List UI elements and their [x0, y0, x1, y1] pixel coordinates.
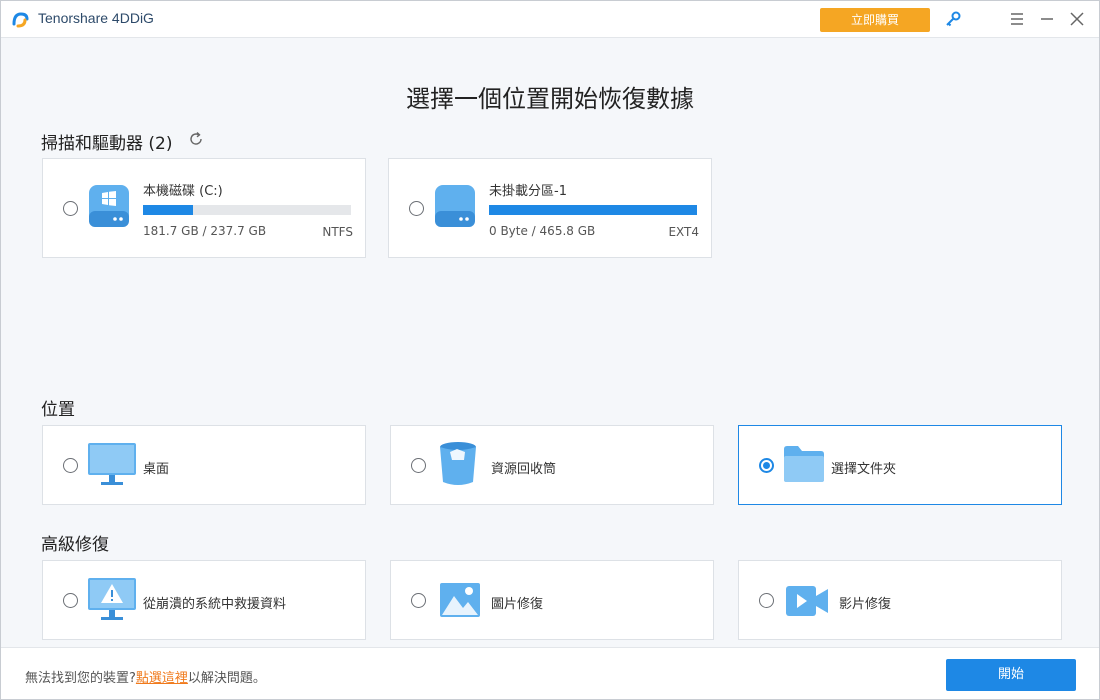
drive-size: 0 Byte / 465.8 GB	[489, 224, 596, 238]
drive-name: 本機磁碟 (C:)	[143, 184, 223, 199]
app-logo-icon	[12, 12, 29, 28]
menu-icon[interactable]	[1007, 9, 1027, 29]
location-card-desktop[interactable]: 桌面	[42, 425, 366, 505]
crashed-system-icon	[88, 578, 136, 620]
drive-usage-fill	[489, 205, 697, 215]
drive-filesystem: NTFS	[322, 225, 353, 239]
drive-usage-bar	[489, 205, 697, 215]
help-text: 無法找到您的裝置?點選這裡以解決問題。	[25, 667, 266, 686]
locations-section-title: 位置	[41, 400, 75, 420]
key-icon[interactable]	[943, 10, 963, 30]
location-label: 選擇文件夾	[831, 462, 897, 477]
drives-section-title: 掃描和驅動器 (2)	[41, 134, 173, 154]
advanced-radio[interactable]	[63, 593, 78, 608]
drive-name: 未掛載分區-1	[489, 184, 567, 199]
location-radio-selected[interactable]	[759, 458, 774, 473]
photo-repair-icon	[440, 583, 480, 617]
drive-filesystem: EXT4	[668, 225, 699, 239]
page-title: 選擇一個位置開始恢復數據	[406, 85, 694, 113]
location-radio[interactable]	[411, 458, 426, 473]
folder-icon	[784, 446, 824, 482]
drive-card-c[interactable]: 本機磁碟 (C:) 181.7 GB / 237.7 GB NTFS	[42, 158, 366, 258]
advanced-card-video-repair[interactable]: 影片修復	[738, 560, 1062, 640]
location-label: 桌面	[143, 462, 170, 477]
advanced-label: 圖片修復	[491, 597, 544, 612]
help-suffix: 以解決問題。	[187, 671, 266, 686]
advanced-radio[interactable]	[411, 593, 426, 608]
recycle-bin-icon	[440, 442, 476, 485]
app-title: Tenorshare 4DDiG	[38, 10, 154, 26]
minimize-icon[interactable]	[1037, 9, 1057, 29]
location-radio[interactable]	[63, 458, 78, 473]
advanced-card-photo-repair[interactable]: 圖片修復	[390, 560, 714, 640]
drive-usage-bar	[143, 205, 351, 215]
drive-icon	[435, 185, 475, 227]
desktop-icon	[88, 443, 136, 485]
close-icon[interactable]	[1067, 9, 1087, 29]
refresh-icon[interactable]	[187, 130, 205, 148]
location-card-select-folder[interactable]: 選擇文件夾	[738, 425, 1062, 505]
windows-drive-icon	[89, 185, 129, 227]
advanced-label: 影片修復	[839, 597, 892, 612]
location-label: 資源回收筒	[491, 462, 557, 477]
advanced-label: 從崩潰的系統中救援資料	[143, 597, 287, 612]
start-button[interactable]: 開始	[946, 659, 1076, 691]
title-bar: Tenorshare 4DDiG 立即購買	[1, 1, 1099, 38]
bottom-bar: 無法找到您的裝置?點選這裡以解決問題。 開始	[1, 647, 1099, 699]
advanced-radio[interactable]	[759, 593, 774, 608]
location-card-recycle-bin[interactable]: 資源回收筒	[390, 425, 714, 505]
buy-now-button[interactable]: 立即購買	[820, 8, 930, 32]
help-prefix: 無法找到您的裝置?	[25, 671, 136, 686]
drive-size: 181.7 GB / 237.7 GB	[143, 224, 267, 238]
video-repair-icon	[786, 586, 828, 616]
help-link[interactable]: 點選這裡	[136, 671, 188, 686]
drive-radio[interactable]	[409, 201, 424, 216]
drive-radio[interactable]	[63, 201, 78, 216]
drive-usage-fill	[143, 205, 193, 215]
advanced-section-title: 高級修復	[41, 535, 109, 555]
advanced-card-crashed-system[interactable]: 從崩潰的系統中救援資料	[42, 560, 366, 640]
drive-card-unmounted[interactable]: 未掛載分區-1 0 Byte / 465.8 GB EXT4	[388, 158, 712, 258]
